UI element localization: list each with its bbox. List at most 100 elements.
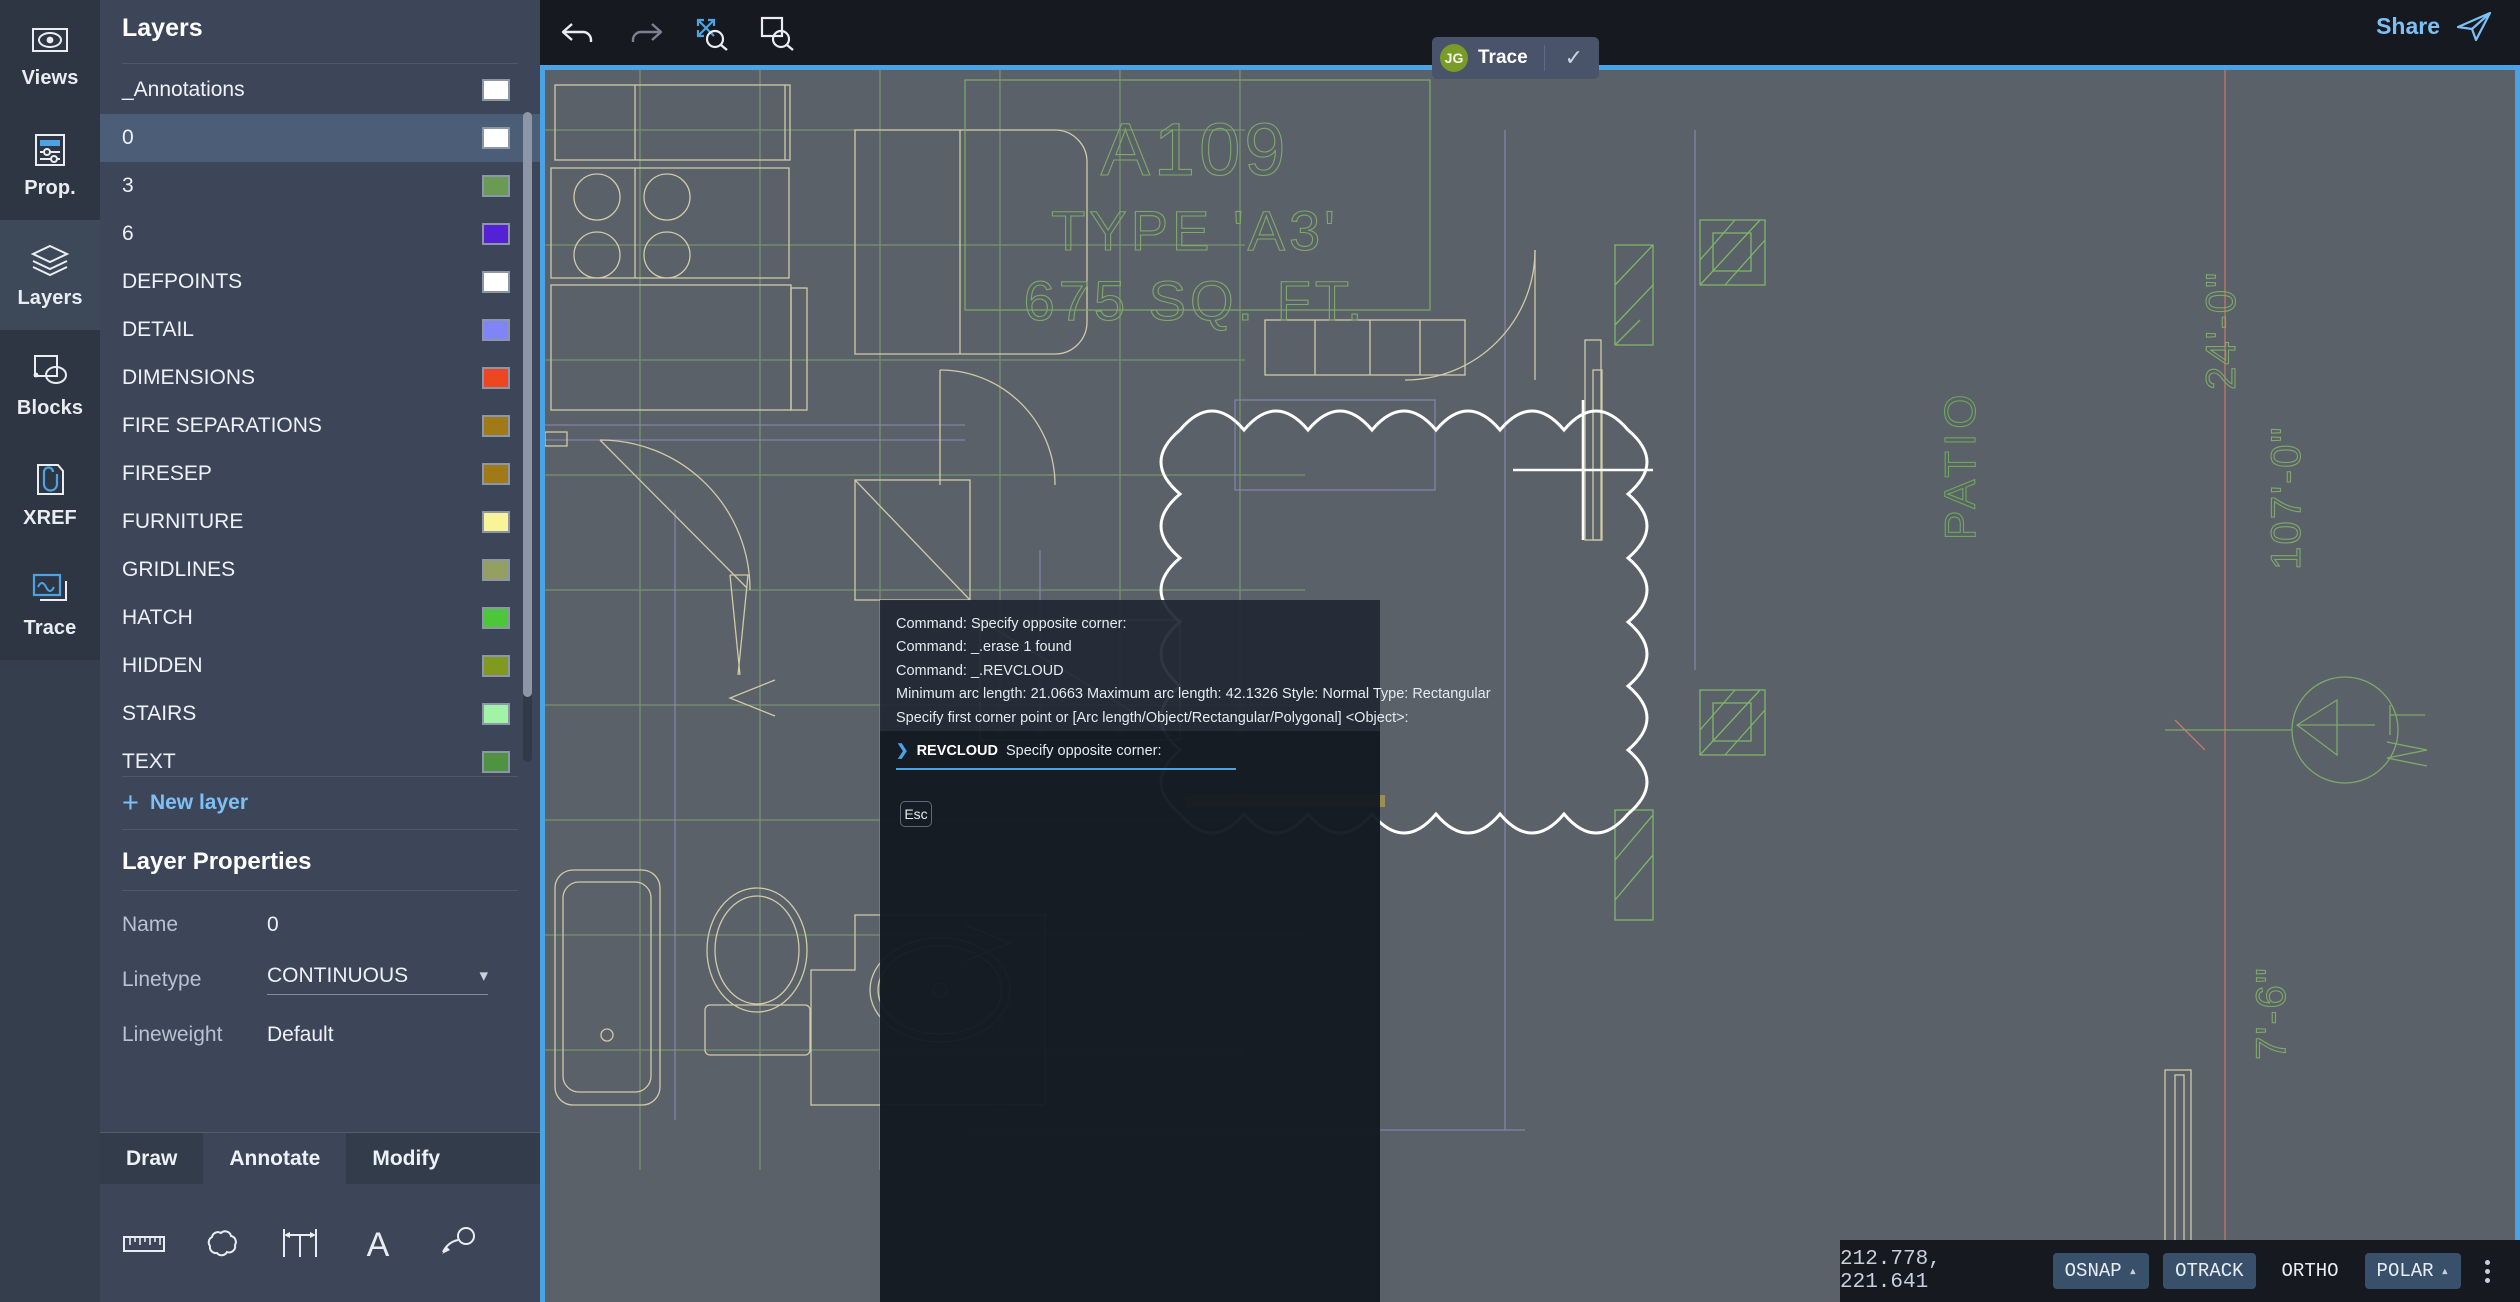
leader-icon <box>442 1227 475 1254</box>
ortho-toggle[interactable]: ORTHO <box>2270 1253 2351 1289</box>
layer-row[interactable]: DIMENSIONS <box>100 354 540 402</box>
polar-toggle[interactable]: POLAR ▴ <box>2364 1253 2461 1289</box>
text-tool-button[interactable]: A <box>352 1217 404 1269</box>
property-label: Name <box>122 912 179 936</box>
rail-item-properties[interactable]: Prop. <box>0 110 100 220</box>
layer-color-swatch[interactable] <box>482 271 510 293</box>
layer-list-scrollbar[interactable] <box>523 112 532 762</box>
command-input-underline <box>896 768 1236 770</box>
rail-item-layers[interactable]: Layers <box>0 220 100 330</box>
layer-row[interactable]: DEFPOINTS <box>100 258 540 306</box>
layer-color-swatch[interactable] <box>482 511 510 533</box>
rail-item-xref[interactable]: XREF <box>0 440 100 550</box>
panel-spacer <box>100 1062 540 1132</box>
tab-annotate[interactable]: Annotate <box>203 1133 347 1184</box>
views-icon <box>32 28 68 52</box>
command-console: Command: Specify opposite corner: Command… <box>880 600 1491 1302</box>
command-input-row[interactable]: ❯ REVCLOUD Specify opposite corner: <box>880 731 1380 775</box>
chevron-up-icon[interactable]: ▴ <box>2129 1263 2137 1280</box>
zoom-extents-icon <box>696 18 728 51</box>
zoom-window-button[interactable] <box>751 6 803 58</box>
kebab-menu-icon[interactable] <box>2475 1254 2500 1289</box>
layer-row[interactable]: HATCH <box>100 594 540 642</box>
layer-row[interactable]: 6 <box>100 210 540 258</box>
layer-row[interactable]: FIRESEP <box>100 450 540 498</box>
layer-row[interactable]: FIRE SEPARATIONS <box>100 402 540 450</box>
measure-tool-button[interactable] <box>118 1217 170 1269</box>
zoom-extents-button[interactable] <box>685 6 737 58</box>
rail-item-trace[interactable]: Trace <box>0 550 100 660</box>
layer-color-swatch[interactable] <box>482 319 510 341</box>
esc-key-button[interactable]: Esc <box>900 801 932 827</box>
trace-accept-button[interactable]: ✓ <box>1555 45 1593 71</box>
layer-color-swatch[interactable] <box>482 751 510 773</box>
chevron-up-icon[interactable]: ▴ <box>2441 1263 2449 1280</box>
scrollbar-thumb[interactable] <box>523 112 532 697</box>
rail-item-blocks[interactable]: Blocks <box>0 330 100 440</box>
layer-row[interactable]: DETAIL <box>100 306 540 354</box>
left-rail: Views Prop. Layers Blocks XREF Trace <box>0 0 100 1302</box>
layer-color-swatch[interactable] <box>482 127 510 149</box>
otrack-label: OTRACK <box>2175 1260 2244 1282</box>
rail-item-label: Trace <box>23 617 77 639</box>
layer-row[interactable]: _Annotations <box>100 66 540 114</box>
property-label: Linetype <box>122 967 202 991</box>
measure-icon <box>123 1236 165 1252</box>
linetype-value: CONTINUOUS <box>267 964 409 987</box>
osnap-toggle[interactable]: OSNAP ▴ <box>2052 1253 2150 1289</box>
layer-color-swatch[interactable] <box>482 367 510 389</box>
dimension-text-1: 24'-0" <box>2197 271 2244 390</box>
tab-draw[interactable]: Draw <box>100 1133 204 1184</box>
rail-item-views[interactable]: Views <box>0 0 100 110</box>
layer-name: 0 <box>122 126 134 149</box>
layer-row[interactable]: STAIRS <box>100 690 540 738</box>
ribbon-tab-bar: Draw Annotate Modify <box>100 1132 540 1184</box>
redo-button[interactable] <box>619 6 671 58</box>
share-button[interactable]: Share <box>2376 9 2494 43</box>
layer-name: FIRESEP <box>122 462 212 485</box>
text-icon: A <box>367 1226 390 1261</box>
undo-icon <box>561 23 593 42</box>
rail-item-label: Layers <box>17 287 83 309</box>
status-bar: 212.778, 221.641 OSNAP ▴ OTRACK ORTHO PO… <box>1840 1240 2520 1302</box>
layer-color-swatch[interactable] <box>482 415 510 437</box>
linetype-select[interactable]: CONTINUOUS ▾ <box>267 964 488 995</box>
layer-row[interactable]: 0 <box>100 114 540 162</box>
trace-badge: JG Trace ✓ <box>1432 37 1600 79</box>
command-prompt: ❯ REVCLOUD Specify opposite corner: <box>896 741 1364 759</box>
layer-name: HATCH <box>122 606 193 629</box>
layer-row[interactable]: GRIDLINES <box>100 546 540 594</box>
layer-properties-title: Layer Properties <box>122 848 312 875</box>
layer-row[interactable]: FURNITURE <box>100 498 540 546</box>
new-layer-button[interactable]: + New layer <box>122 776 518 830</box>
layer-color-swatch[interactable] <box>482 175 510 197</box>
layer-row[interactable]: HIDDEN <box>100 642 540 690</box>
layer-color-swatch[interactable] <box>482 463 510 485</box>
tab-modify[interactable]: Modify <box>346 1133 467 1184</box>
otrack-toggle[interactable]: OTRACK <box>2163 1253 2256 1289</box>
layer-color-swatch[interactable] <box>482 559 510 581</box>
layer-color-swatch[interactable] <box>482 223 510 245</box>
undo-button[interactable] <box>553 6 605 58</box>
layer-row[interactable]: 3 <box>100 162 540 210</box>
send-icon <box>2456 11 2492 42</box>
room-type-text: TYPE 'A3' <box>1051 199 1339 262</box>
rail-item-label: XREF <box>23 507 77 529</box>
property-row-name: Name 0 <box>122 897 518 952</box>
layer-row[interactable]: TEXT <box>100 738 540 776</box>
dimension-text-2: 107'-0" <box>2262 426 2309 570</box>
revision-cloud-tool-button[interactable] <box>196 1217 248 1269</box>
layer-color-swatch[interactable] <box>482 607 510 629</box>
dimension-tool-button[interactable] <box>274 1217 326 1269</box>
layer-list-scroll-area: _Annotations 0 3 6 DEFPOINTS DETAIL DIMENSIONS… <box>100 64 540 776</box>
layers-panel: Layers _Annotations 0 3 6 DEFPOINTS DETAIL DIM… <box>100 0 540 1302</box>
redo-icon <box>631 23 663 42</box>
layer-color-swatch[interactable] <box>482 655 510 677</box>
layer-color-swatch[interactable] <box>482 703 510 725</box>
drawing-viewport[interactable]: A109 TYPE 'A3' 675 SQ. FT. PATIO 24'-0" … <box>540 65 2520 1302</box>
section-marker <box>2165 676 2428 784</box>
panel-title: Layers <box>122 14 203 42</box>
layer-color-swatch[interactable] <box>482 79 510 101</box>
leader-tool-button[interactable] <box>430 1217 482 1269</box>
layer-name: DETAIL <box>122 318 194 341</box>
